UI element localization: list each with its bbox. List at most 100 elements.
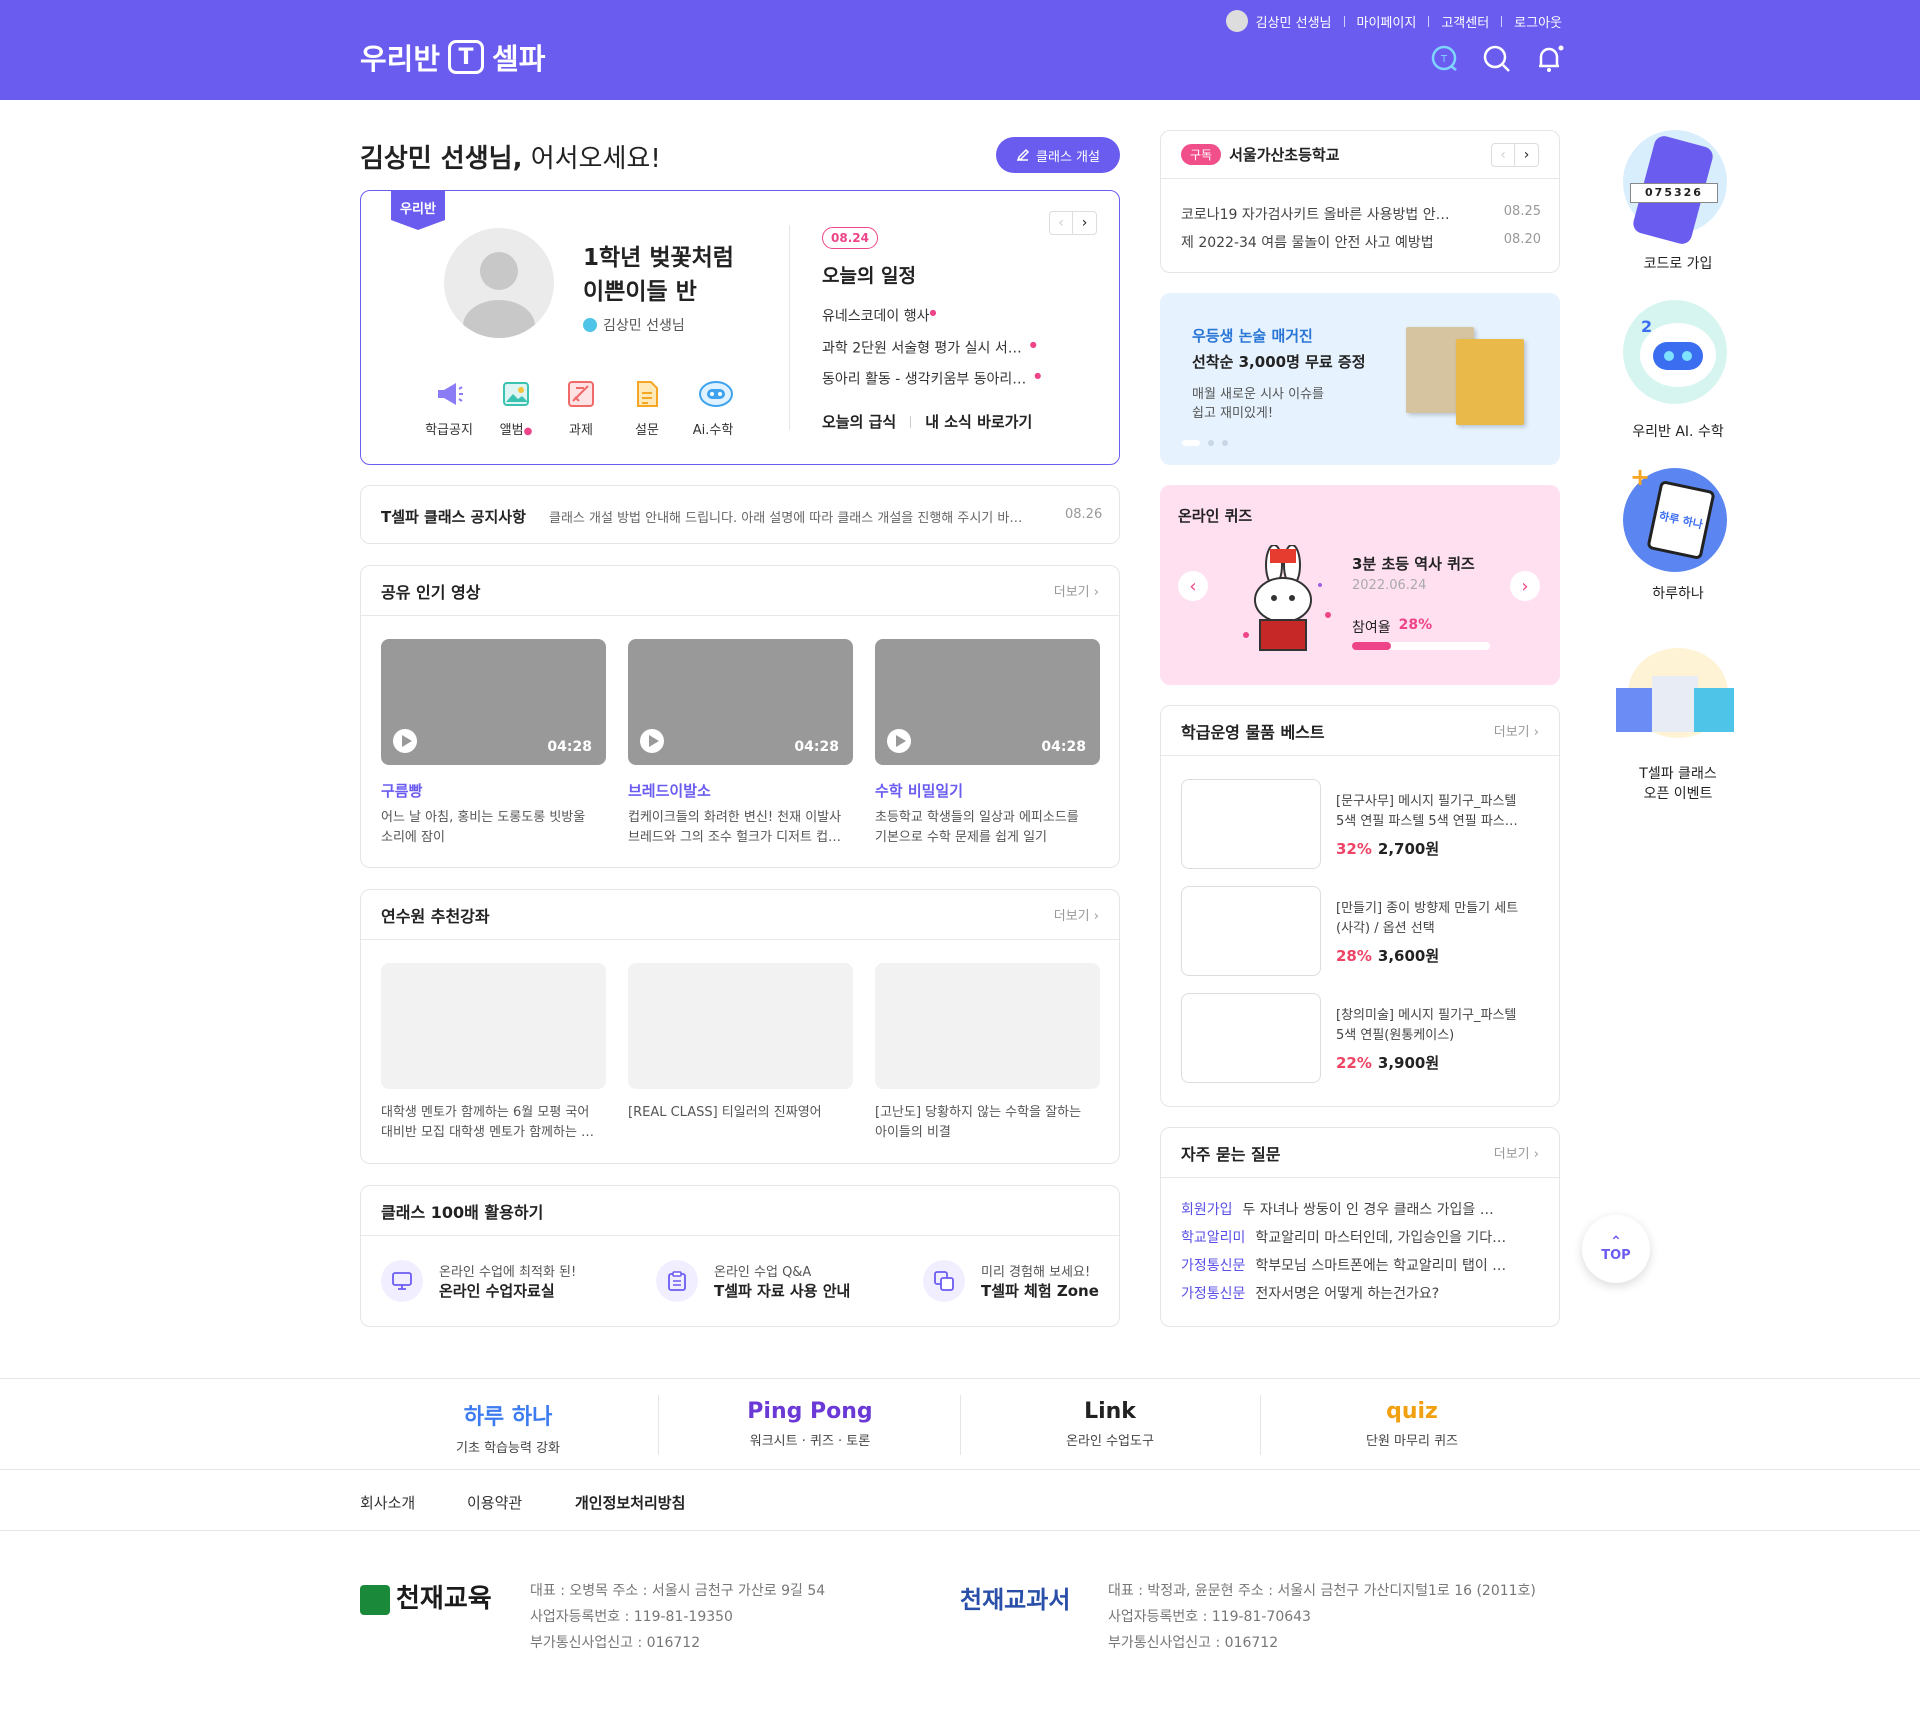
video-title[interactable]: 수학 비밀일기 xyxy=(875,780,963,801)
terms-link[interactable]: 이용약관 xyxy=(467,1492,522,1513)
faq-question: 전자서명은 어떻게 하는건가요? xyxy=(1255,1286,1440,1302)
video-thumbnail[interactable]: 04:28 xyxy=(628,639,853,765)
lecture-thumbnail[interactable] xyxy=(628,963,853,1089)
faq-item[interactable]: 학교알리미 학교알리미 마스터인데, 가입승인을 기다… xyxy=(1181,1227,1506,1247)
schedule-item[interactable]: 과학 2단원 서술형 평가 실시 서… ● xyxy=(822,331,1052,363)
tool-assignment[interactable]: 과제 xyxy=(551,379,611,438)
tsherpa-chat-icon[interactable]: T xyxy=(1430,44,1460,74)
search-icon[interactable] xyxy=(1482,44,1512,74)
pagination-dot[interactable] xyxy=(1208,440,1214,446)
video-desc: 컵케이크들의 화려한 변신! 천재 이발사 브레드와 그의 조수 헐크가 디저트 … xyxy=(628,808,853,848)
video-duration: 04:28 xyxy=(1041,739,1086,755)
support-link[interactable]: 고객센터 xyxy=(1441,12,1489,31)
recommended-lectures-section: 연수원 추천강좌 더보기 › 대학생 멘토가 함께하는 6월 모평 국어 대비반 … xyxy=(360,889,1120,1164)
next-arrow-icon[interactable]: › xyxy=(1073,211,1097,235)
product-name[interactable]: [창의미술] 메시지 필기구_파스텔 5색 연필(원통케이스) xyxy=(1336,1006,1536,1046)
more-link[interactable]: 더보기 › xyxy=(1494,721,1539,740)
logout-link[interactable]: 로그아웃 xyxy=(1514,12,1562,31)
tool-ai-math[interactable]: Ai.수학 xyxy=(683,379,743,438)
faq-item[interactable]: 가정통신문 전자서명은 어떻게 하는건가요? xyxy=(1181,1283,1439,1303)
school-notice-item[interactable]: 코로나19 자가검사키트 올바른 사용방법 안… 08.25 xyxy=(1181,204,1541,224)
prev-arrow-icon[interactable]: ‹ xyxy=(1491,142,1515,167)
lecture-desc[interactable]: [고난도] 당황하지 않는 수학을 잘하는 아이들의 비결 xyxy=(875,1103,1100,1143)
user-name-link[interactable]: 김상민 선생님 xyxy=(1256,12,1332,31)
new-dot: ● xyxy=(929,308,937,317)
news-link[interactable]: 내 소식 바로가기 xyxy=(925,411,1032,432)
class-notice-bar[interactable]: T셀파 클래스 공지사항 클래스 개설 방법 안내해 드립니다. 아래 설명에 … xyxy=(360,485,1120,544)
product-image[interactable] xyxy=(1181,886,1321,976)
section-header: 클래스 100배 활용하기 xyxy=(361,1186,1119,1236)
logo-text-right: 셀파 xyxy=(492,42,546,76)
company2-reg: 사업자등록번호 : 119-81-70643 xyxy=(1108,1609,1311,1625)
video-thumbnail[interactable]: 04:28 xyxy=(875,639,1100,765)
sidebar-label: 코드로 가입 xyxy=(1643,256,1713,272)
more-link[interactable]: 더보기 › xyxy=(1054,581,1099,600)
brand-haruhana[interactable]: 하루 하나 기초 학습능력 강화 xyxy=(408,1399,608,1456)
section-header: 학급운영 물품 베스트 더보기 › xyxy=(1161,706,1559,756)
usage-item[interactable]: 온라인 수업에 최적화 된! 온라인 수업자료실 xyxy=(381,1260,576,1302)
lecture-thumbnail[interactable] xyxy=(381,963,606,1089)
ai-math-shortcut[interactable]: 2 우리반 AI. 수학 xyxy=(1608,295,1748,445)
subscribe-tag[interactable]: 구독 xyxy=(1181,144,1222,165)
lunch-link[interactable]: 오늘의 급식 xyxy=(822,411,896,432)
tool-survey[interactable]: 설문 xyxy=(617,379,677,438)
lecture-thumbnail[interactable] xyxy=(875,963,1100,1089)
tool-album[interactable]: 앨범● xyxy=(486,379,546,438)
edit-icon xyxy=(1016,148,1030,162)
pagination-dot-active[interactable] xyxy=(1182,440,1200,446)
brand-pingpong[interactable]: Ping Pong 워크시트 · 퀴즈 · 토론 xyxy=(710,1399,910,1449)
open-event-shortcut[interactable]: T셀파 클래스 오픈 이벤트 xyxy=(1608,636,1748,806)
lecture-desc[interactable]: 대학생 멘토가 함께하는 6월 모평 국어 대비반 모집 대학생 멘토가 함께하는… xyxy=(381,1103,606,1143)
video-desc: 어느 날 아침, 홍비는 도롱도롱 빗방울 소리에 잠이 xyxy=(381,808,606,848)
faq-category: 회원가입 xyxy=(1181,1202,1233,1218)
mypage-link[interactable]: 마이페이지 xyxy=(1357,12,1417,31)
quiz-header: 온라인 퀴즈 xyxy=(1178,507,1253,525)
code-join-shortcut[interactable]: 075326 코드로 가입 xyxy=(1608,125,1748,275)
lecture-desc[interactable]: [REAL CLASS] 티일러의 진짜영어 xyxy=(628,1103,853,1123)
privacy-link[interactable]: 개인정보처리방침 xyxy=(575,1492,685,1513)
quiz-rate: 참여율 28% xyxy=(1352,617,1432,637)
quiz-title[interactable]: 3분 초등 역사 퀴즈 xyxy=(1352,553,1475,574)
schedule-item-text: 동아리 활동 - 생각키움부 동아리… xyxy=(822,371,1027,388)
schedule-item[interactable]: 유네스코데이 행사● xyxy=(822,299,1052,331)
product-name[interactable]: [문구사무] 메시지 필기구_파스텔 5색 연필 파스텔 5색 연필 파스… xyxy=(1336,792,1536,832)
haruhana-shortcut[interactable]: 하루 하나 + 하루하나 xyxy=(1608,463,1748,613)
faq-item[interactable]: 가정통신문 학부모님 스마트폰에는 학교알리미 탭이 … xyxy=(1181,1255,1506,1275)
more-link[interactable]: 더보기 › xyxy=(1054,905,1099,924)
faq-item[interactable]: 회원가입 두 자녀나 쌍둥이 인 경우 클래스 가입을 … xyxy=(1181,1199,1494,1219)
brand-link[interactable]: Link 온라인 수업도구 xyxy=(1010,1399,1210,1449)
site-logo[interactable]: 우리반 T 셀파 xyxy=(360,36,545,78)
product-image[interactable] xyxy=(1181,993,1321,1083)
section-header: 공유 인기 영상 더보기 › xyxy=(361,566,1119,616)
section-header: 구독 서울가산초등학교 ‹ › xyxy=(1161,131,1559,179)
bell-icon[interactable] xyxy=(1534,44,1564,74)
video-title[interactable]: 구름빵 xyxy=(381,780,422,801)
brand-desc: 온라인 수업도구 xyxy=(1066,1434,1154,1449)
ai-robot-icon: 2 xyxy=(1640,317,1716,387)
product-image[interactable] xyxy=(1181,779,1321,869)
banner-subtitle: 선착순 3,000명 무료 증정 xyxy=(1192,353,1366,371)
tool-notice[interactable]: 학급공지 xyxy=(419,379,479,438)
video-title[interactable]: 브레드이발소 xyxy=(628,780,711,801)
more-link[interactable]: 더보기 › xyxy=(1494,1143,1539,1162)
pagination-dot[interactable] xyxy=(1222,440,1228,446)
schedule-item[interactable]: 동아리 활동 - 생각키움부 동아리… ● xyxy=(822,362,1052,394)
scroll-top-button[interactable]: ⌃ TOP xyxy=(1582,1215,1650,1283)
popular-videos-section: 공유 인기 영상 더보기 › 04:28 04:28 04:28 구름빵 브레드… xyxy=(360,565,1120,868)
brand-quiz[interactable]: quiz 단원 마무리 퀴즈 xyxy=(1312,1399,1512,1449)
product-name[interactable]: [만들기] 종이 방향제 만들기 세트 (사각) / 옵션 선택 xyxy=(1336,899,1536,939)
prev-arrow-icon[interactable]: ‹ xyxy=(1178,571,1208,601)
magazine-banner[interactable]: 우등생 논술 매거진 선착순 3,000명 무료 증정 매월 새로운 시사 이슈… xyxy=(1160,293,1560,465)
create-class-button[interactable]: 클래스 개설 xyxy=(996,137,1120,173)
next-arrow-icon[interactable]: › xyxy=(1510,571,1540,601)
usage-item[interactable]: 온라인 수업 Q&A T셀파 자료 사용 안내 xyxy=(656,1260,850,1302)
company-info-link[interactable]: 회사소개 xyxy=(360,1492,415,1513)
school-notice-item[interactable]: 제 2022-34 여름 물놀이 안전 사고 예방법 08.20 xyxy=(1181,232,1541,252)
company2-info: 대표 : 박정과, 윤문현 주소 : 서울시 금천구 가산디지털1로 16 (2… xyxy=(1108,1578,1536,1656)
video-duration: 04:28 xyxy=(794,739,839,755)
usage-item[interactable]: 미리 경험해 보세요! T셀파 체험 Zone xyxy=(923,1260,1099,1302)
prev-arrow-icon[interactable]: ‹ xyxy=(1049,211,1073,235)
usage-small: 온라인 수업 Q&A xyxy=(714,1265,812,1280)
video-thumbnail[interactable]: 04:28 xyxy=(381,639,606,765)
next-arrow-icon[interactable]: › xyxy=(1515,142,1539,167)
